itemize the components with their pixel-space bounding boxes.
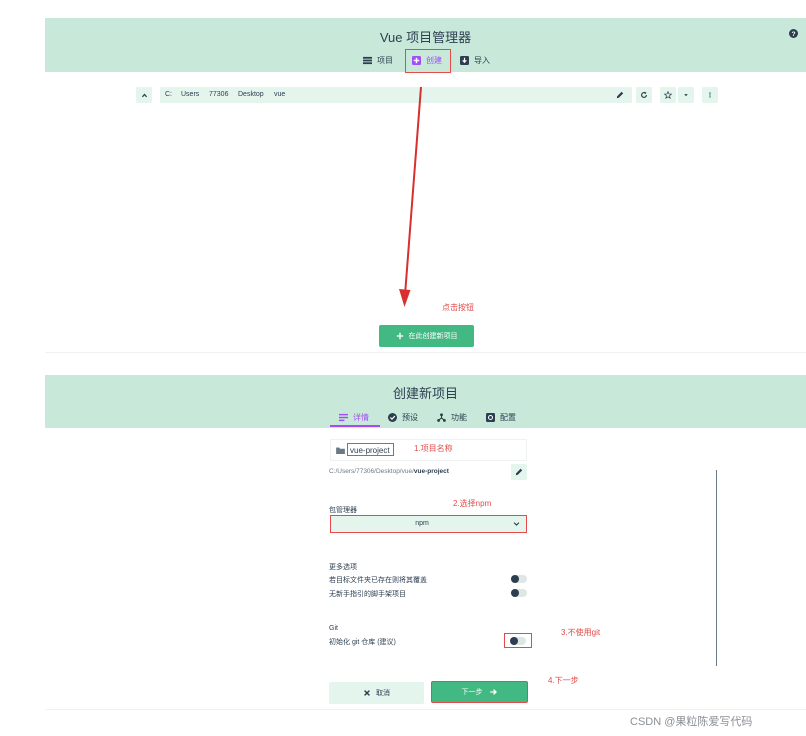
svg-text:?: ? xyxy=(791,31,795,38)
annotation-click-button: 点击按钮 xyxy=(442,303,474,312)
next-button[interactable]: 下一步 xyxy=(431,681,528,703)
annotation-no-git: 3.不使用git xyxy=(561,628,601,637)
tab-label: 详情 xyxy=(353,413,369,422)
close-icon xyxy=(364,690,370,696)
overwrite-toggle[interactable] xyxy=(511,575,527,583)
watermark: CSDN @果粒陈爱写代码 xyxy=(630,716,753,728)
tab-config[interactable]: 配置 xyxy=(486,412,516,423)
tab-import[interactable]: 导入 xyxy=(460,55,490,66)
no-guide-toggle[interactable] xyxy=(511,589,527,597)
git-toggle-highlight xyxy=(504,633,532,648)
no-guide-option-label: 无新手指引的脚手架项目 xyxy=(329,591,406,598)
tab-projects[interactable]: 项目 xyxy=(363,55,393,66)
arrow-right-icon xyxy=(489,689,497,695)
tab-label: 功能 xyxy=(451,413,467,422)
cancel-label: 取消 xyxy=(376,690,390,697)
tab-label: 配置 xyxy=(500,413,516,422)
more-options-label: 更多选项 xyxy=(329,564,357,571)
project-path: C:/Users/77306/Desktop/vue/vue-project xyxy=(329,468,449,475)
git-init-label: 初始化 git 仓库 (建议) xyxy=(329,639,396,646)
overwrite-option-label: 若目标文件夹已存在则将其覆盖 xyxy=(329,577,427,584)
tab-label: 预设 xyxy=(402,413,418,422)
edit-icon[interactable] xyxy=(616,91,624,99)
create-project-title: 创建新项目 xyxy=(392,386,458,401)
fork-icon xyxy=(437,413,446,422)
tab-presets[interactable]: 预设 xyxy=(388,412,418,423)
project-name-highlight xyxy=(347,443,394,456)
toggle-knob xyxy=(511,589,519,597)
annotation-arrow xyxy=(399,86,422,307)
package-manager-label: 包管理器 xyxy=(329,507,357,514)
more-options-button[interactable] xyxy=(702,87,718,103)
git-label: Git xyxy=(329,625,338,632)
annotation-project-name: 1.项目名称 xyxy=(414,444,453,453)
path-segment[interactable]: 77306 xyxy=(209,91,228,98)
settings-box-icon xyxy=(486,413,495,422)
project-path-name: vue-project xyxy=(413,468,449,475)
path-segment[interactable]: C: xyxy=(165,91,172,98)
scrollbar-track[interactable] xyxy=(716,470,717,666)
next-label: 下一步 xyxy=(461,689,483,696)
import-icon xyxy=(460,56,469,65)
path-segment[interactable]: Users xyxy=(181,91,199,98)
favorite-button[interactable] xyxy=(660,87,676,103)
create-project-panel: 创建新项目 详情 预设 功能 配置 xyxy=(45,375,806,710)
chevron-up-icon xyxy=(141,92,147,97)
page-title: Vue 项目管理器 xyxy=(379,30,472,45)
tab-details[interactable]: 详情 xyxy=(339,412,369,423)
annotation-select-npm: 2.选择npm xyxy=(453,499,492,508)
tab-features[interactable]: 功能 xyxy=(437,412,467,423)
list-icon xyxy=(339,413,348,422)
bottom-divider xyxy=(45,709,806,710)
annotation-next-step: 4.下一步 xyxy=(548,676,579,685)
tab-label: 导入 xyxy=(474,56,490,65)
plus-icon xyxy=(396,332,403,340)
help-circle-icon[interactable]: ? xyxy=(789,29,798,38)
active-tab-indicator xyxy=(330,425,380,427)
folder-icon xyxy=(336,447,345,454)
toggle-knob xyxy=(511,575,519,583)
create-button-label: 在此创建新项目 xyxy=(408,333,458,340)
refresh-icon xyxy=(641,91,647,98)
edit-icon xyxy=(515,468,523,476)
list-icon xyxy=(363,56,372,65)
project-path-prefix: C:/Users/77306/Desktop/vue/ xyxy=(329,468,414,475)
check-circle-icon xyxy=(388,413,397,422)
refresh-button[interactable] xyxy=(636,87,652,103)
chevron-down-icon xyxy=(513,522,520,526)
cancel-button[interactable]: 取消 xyxy=(329,682,424,704)
more-vertical-icon xyxy=(709,92,711,98)
path-segment[interactable]: Desktop xyxy=(238,91,264,98)
star-icon xyxy=(664,91,672,99)
caret-down-icon xyxy=(684,94,688,97)
path-segment[interactable]: vue xyxy=(274,91,285,98)
create-project-header: 创建新项目 详情 预设 功能 配置 xyxy=(45,375,806,428)
parent-folder-button[interactable] xyxy=(136,87,152,103)
panel-divider xyxy=(45,352,806,353)
edit-path-button[interactable] xyxy=(511,464,527,480)
tab-label: 项目 xyxy=(377,56,393,65)
create-tab-highlight xyxy=(405,49,451,73)
favorites-dropdown-button[interactable] xyxy=(678,87,694,103)
create-new-project-button[interactable]: 在此创建新项目 xyxy=(379,325,474,347)
package-manager-value: npm xyxy=(415,520,429,527)
